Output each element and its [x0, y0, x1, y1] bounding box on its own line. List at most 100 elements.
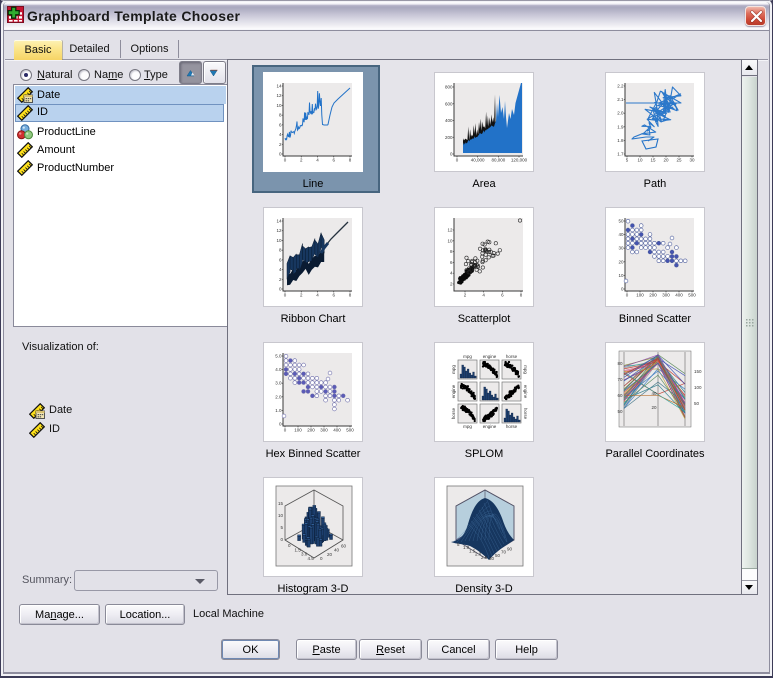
svg-text:12: 12	[276, 93, 282, 98]
svg-text:4: 4	[279, 267, 282, 272]
svg-text:40: 40	[651, 391, 657, 396]
svg-text:80,000: 80,000	[491, 158, 505, 163]
svg-text:40: 40	[334, 548, 340, 553]
svg-text:3.0: 3.0	[275, 381, 282, 386]
svg-text:4: 4	[482, 293, 485, 298]
svg-text:0: 0	[284, 428, 287, 433]
svg-text:20: 20	[663, 158, 669, 163]
svg-text:4: 4	[279, 132, 282, 137]
svg-text:10: 10	[447, 238, 453, 243]
svg-text:50: 50	[694, 401, 700, 406]
svg-text:30: 30	[689, 158, 695, 163]
svg-text:90: 90	[507, 546, 513, 551]
svg-text:50: 50	[617, 409, 623, 414]
svg-text:0: 0	[621, 287, 624, 292]
svg-text:4: 4	[316, 293, 319, 298]
svg-text:1.0: 1.0	[275, 408, 282, 413]
svg-text:1.9: 1.9	[617, 124, 624, 129]
svg-text:0: 0	[279, 152, 282, 157]
svg-text:horse: horse	[451, 407, 456, 419]
svg-text:200: 200	[649, 293, 657, 298]
svg-text:14: 14	[276, 219, 282, 224]
svg-text:60: 60	[341, 543, 347, 548]
svg-text:6: 6	[332, 158, 335, 163]
svg-text:20: 20	[618, 259, 624, 264]
svg-text:engine: engine	[483, 424, 497, 429]
svg-text:50: 50	[495, 553, 501, 558]
svg-text:60: 60	[617, 393, 623, 398]
svg-text:horse: horse	[506, 424, 518, 429]
svg-text:0: 0	[626, 293, 629, 298]
svg-text:2.0: 2.0	[617, 111, 624, 116]
svg-text:0: 0	[279, 287, 282, 292]
svg-text:200: 200	[445, 135, 453, 140]
svg-text:25: 25	[676, 158, 682, 163]
svg-text:80: 80	[617, 361, 623, 366]
svg-text:500: 500	[346, 428, 354, 433]
svg-text:30: 30	[618, 246, 624, 251]
svg-text:4: 4	[316, 158, 319, 163]
svg-text:engine: engine	[451, 384, 456, 398]
svg-text:0: 0	[279, 422, 282, 427]
svg-text:500: 500	[688, 293, 696, 298]
svg-text:50: 50	[618, 219, 624, 224]
svg-text:150: 150	[694, 369, 702, 374]
svg-text:0: 0	[456, 158, 459, 163]
svg-text:10: 10	[276, 103, 282, 108]
svg-text:2.0: 2.0	[275, 394, 282, 399]
svg-text:1.8: 1.8	[617, 138, 624, 143]
svg-text:mpg: mpg	[463, 354, 472, 359]
svg-text:0: 0	[450, 152, 453, 157]
svg-text:2: 2	[279, 142, 282, 147]
svg-text:mpg: mpg	[451, 365, 456, 374]
svg-text:2: 2	[300, 158, 303, 163]
svg-text:4.5: 4.5	[308, 556, 315, 561]
svg-text:400: 400	[333, 428, 341, 433]
svg-text:100: 100	[694, 385, 702, 390]
svg-text:engine: engine	[523, 385, 528, 399]
svg-text:200: 200	[307, 428, 315, 433]
svg-text:6: 6	[279, 122, 282, 127]
svg-text:8: 8	[450, 249, 453, 254]
svg-text:400: 400	[445, 118, 453, 123]
svg-text:2.2: 2.2	[617, 84, 624, 89]
svg-text:2: 2	[464, 293, 467, 298]
svg-text:800: 800	[445, 85, 453, 90]
svg-text:20: 20	[327, 552, 333, 557]
svg-text:300: 300	[662, 293, 670, 298]
svg-text:mpg: mpg	[523, 365, 528, 374]
svg-text:120,000: 120,000	[511, 158, 528, 163]
svg-text:5: 5	[626, 158, 629, 163]
svg-text:100: 100	[636, 293, 644, 298]
svg-text:10: 10	[637, 158, 643, 163]
svg-text:300: 300	[320, 428, 328, 433]
svg-text:8: 8	[279, 113, 282, 118]
svg-text:40: 40	[618, 232, 624, 237]
svg-text:10: 10	[618, 273, 624, 278]
svg-text:70: 70	[617, 377, 623, 382]
svg-text:6: 6	[450, 260, 453, 265]
svg-text:4: 4	[450, 271, 453, 276]
svg-text:100: 100	[294, 428, 302, 433]
svg-text:30: 30	[489, 556, 495, 561]
svg-text:0: 0	[284, 293, 287, 298]
svg-text:0: 0	[284, 158, 287, 163]
svg-text:horse: horse	[506, 354, 518, 359]
svg-text:2: 2	[279, 277, 282, 282]
svg-text:8: 8	[520, 293, 523, 298]
svg-text:15: 15	[650, 158, 656, 163]
svg-text:6: 6	[279, 257, 282, 262]
svg-text:6: 6	[332, 293, 335, 298]
svg-text:400: 400	[675, 293, 683, 298]
svg-text:20: 20	[651, 405, 657, 410]
svg-text:14: 14	[276, 84, 282, 89]
svg-text:40,000: 40,000	[471, 158, 485, 163]
svg-text:8: 8	[279, 248, 282, 253]
svg-text:8: 8	[349, 293, 352, 298]
svg-text:70: 70	[501, 550, 507, 555]
svg-text:5.0: 5.0	[275, 354, 282, 359]
svg-text:1.7: 1.7	[617, 152, 624, 157]
svg-text:12: 12	[447, 228, 453, 233]
svg-text:2.1: 2.1	[617, 97, 624, 102]
svg-text:10: 10	[278, 513, 284, 518]
